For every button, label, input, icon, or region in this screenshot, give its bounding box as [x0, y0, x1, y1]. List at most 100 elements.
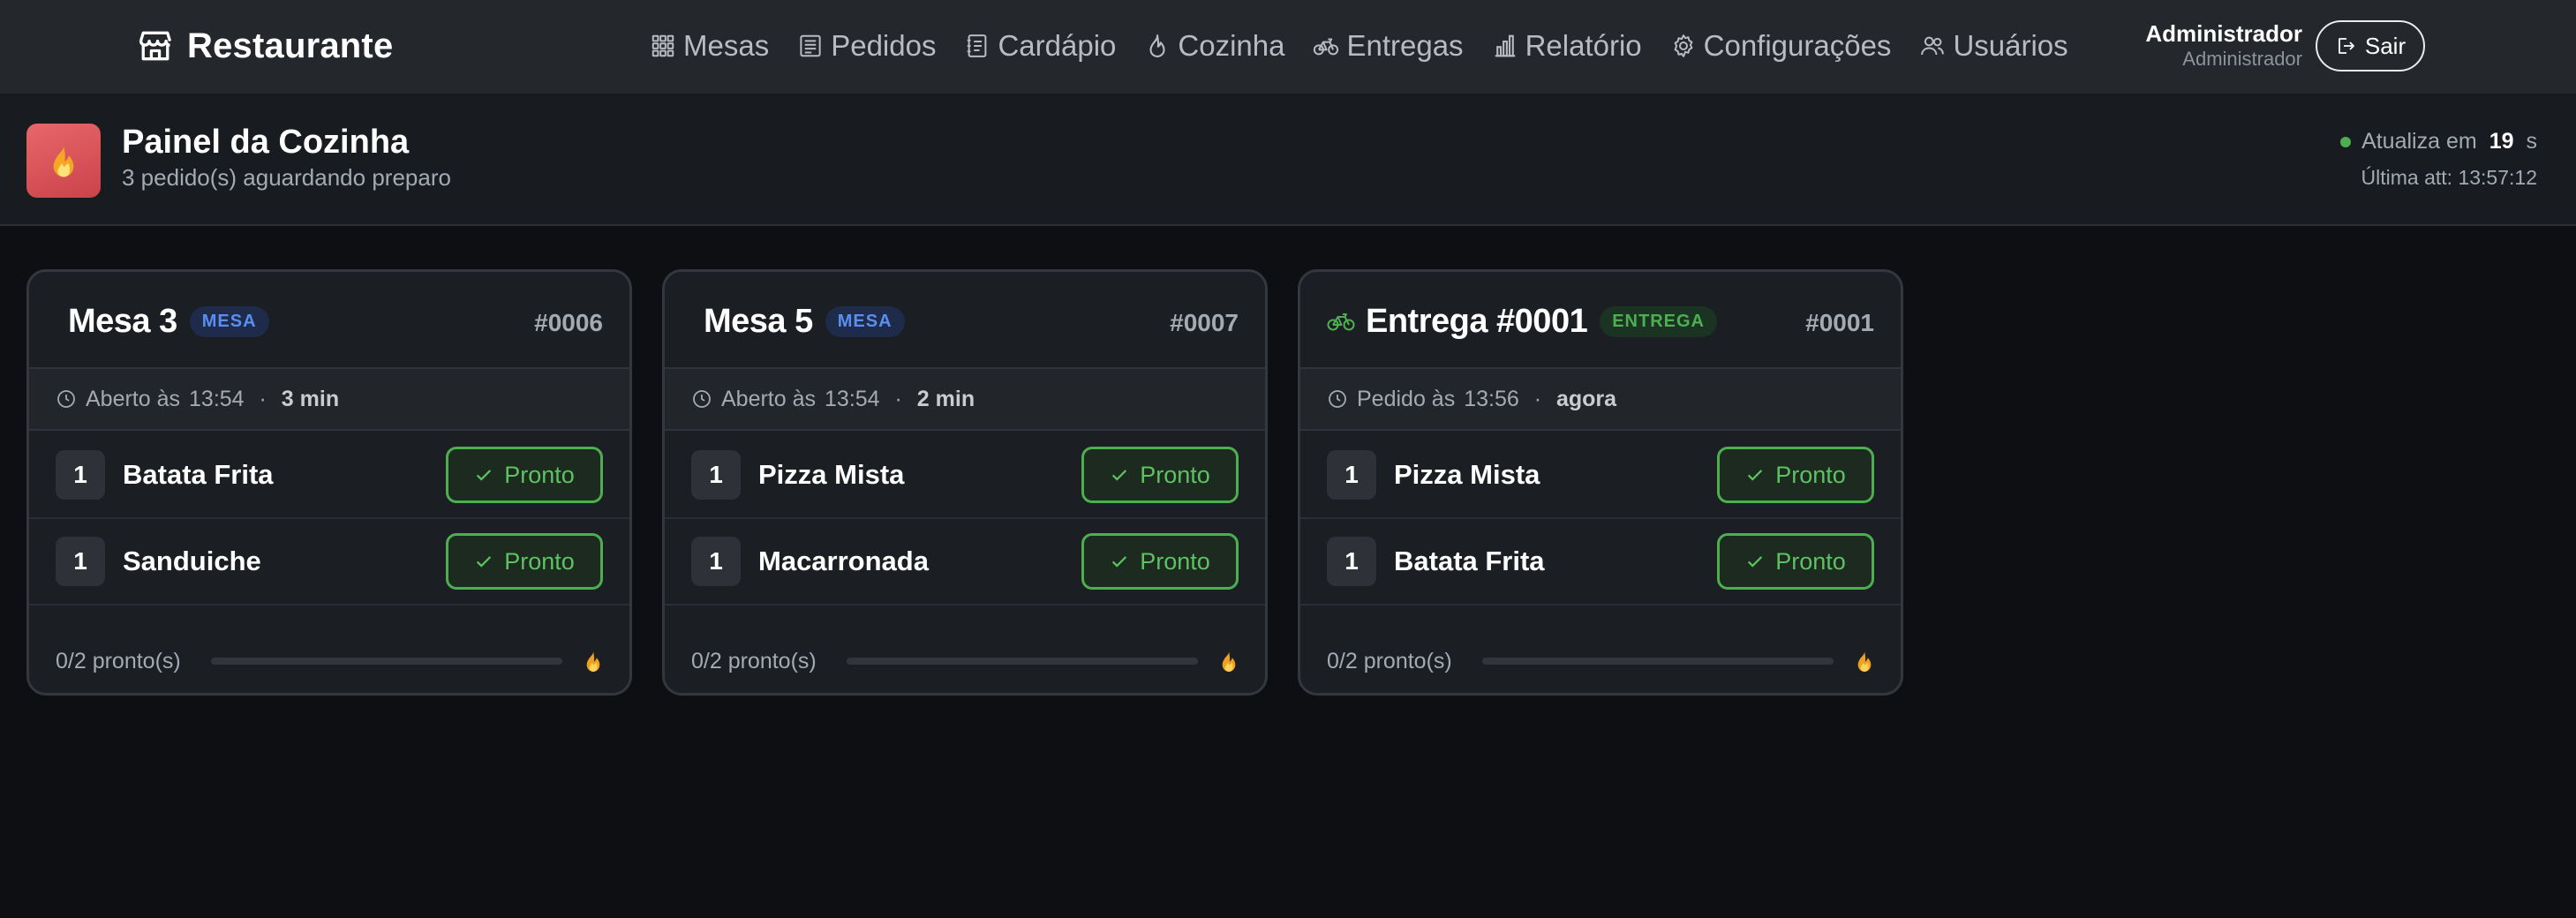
separator-dot: ·	[888, 386, 908, 411]
ready-label: Pronto	[1775, 461, 1846, 488]
order-time: Pedido às 13:56 · agora	[1300, 369, 1901, 431]
user-info: Administrador Administrador	[2145, 19, 2302, 71]
bar-chart-icon	[1492, 33, 1518, 59]
ready-label: Pronto	[1775, 547, 1846, 575]
time-label: Aberto às	[86, 386, 181, 411]
brand-name: Restaurante	[187, 26, 394, 65]
card-title: Entrega #0001	[1366, 302, 1588, 340]
ready-button[interactable]: Pronto	[1081, 533, 1239, 590]
last-update: Última att: 13:57:12	[2361, 166, 2537, 189]
nav-label: Mesas	[683, 29, 770, 62]
check-icon	[1745, 465, 1765, 485]
page-subtitle: 3 pedido(s) aguardando preparo	[122, 164, 451, 191]
check-icon	[474, 465, 493, 485]
ready-button[interactable]: Pronto	[1717, 533, 1874, 590]
card-header: Mesa 3 MESA #0006	[29, 272, 629, 369]
nav-item-relatorio[interactable]: Relatório	[1492, 29, 1642, 63]
refresh-suffix: s	[2526, 129, 2538, 154]
logout-icon	[2335, 35, 2356, 56]
time-value: 13:56	[1464, 386, 1519, 411]
logout-button[interactable]: Sair	[2316, 20, 2425, 71]
order-time: Aberto às 13:54 · 2 min	[665, 369, 1265, 431]
order-type-badge: ENTREGA	[1600, 305, 1718, 337]
nav-item-configuracoes[interactable]: Configurações	[1670, 29, 1892, 63]
clock-icon	[691, 388, 712, 410]
ready-button[interactable]: Pronto	[446, 533, 603, 590]
order-card: Mesa 3 MESA #0006 Aberto às 13:54 · 3 mi…	[26, 269, 632, 696]
item-quantity: 1	[691, 537, 741, 586]
nav-item-pedidos[interactable]: Pedidos	[797, 29, 936, 63]
ready-label: Pronto	[504, 547, 575, 575]
order-number: #0006	[534, 309, 603, 336]
card-header: Mesa 5 MESA #0007	[665, 272, 1265, 369]
progress-bar	[1482, 658, 1834, 665]
order-item: 1 Batata Frita Pronto	[1300, 519, 1901, 606]
item-quantity: 1	[1327, 450, 1376, 500]
kitchen-header: Painel da Cozinha 3 pedido(s) aguardando…	[0, 94, 2576, 226]
order-item: 1 Macarronada Pronto	[665, 519, 1265, 606]
order-item: 1 Pizza Mista Pronto	[1300, 433, 1901, 519]
nav-item-entregas[interactable]: Entregas	[1313, 29, 1464, 63]
check-icon	[1745, 552, 1765, 571]
item-quantity: 1	[691, 450, 741, 500]
card-title: Mesa 5	[704, 302, 813, 340]
page-title: Painel da Cozinha	[122, 124, 410, 161]
logout-label: Sair	[2364, 32, 2407, 59]
card-footer: 0/2 pronto(s)	[1300, 629, 1901, 693]
card-footer: 0/2 pronto(s)	[665, 629, 1265, 693]
clock-icon	[56, 388, 77, 410]
users-icon	[1919, 33, 1946, 59]
order-item: 1 Batata Frita Pronto	[29, 433, 629, 519]
nav-label: Pedidos	[831, 29, 937, 62]
flame-icon	[1144, 33, 1171, 59]
nav-label: Configurações	[1703, 29, 1892, 62]
separator-dot: ·	[1527, 386, 1548, 411]
item-name: Batata Frita	[123, 459, 274, 490]
flame-icon	[1855, 650, 1874, 673]
gear-icon	[1670, 33, 1697, 59]
ready-label: Pronto	[504, 461, 575, 488]
check-icon	[474, 552, 493, 571]
nav-item-mesas[interactable]: Mesas	[650, 29, 769, 63]
ready-button[interactable]: Pronto	[1717, 447, 1874, 503]
nav-label: Entregas	[1346, 29, 1464, 62]
check-icon	[1110, 552, 1129, 571]
menu-book-icon	[964, 33, 990, 59]
ready-button[interactable]: Pronto	[446, 447, 603, 503]
nav-label: Cozinha	[1178, 29, 1285, 62]
card-footer: 0/2 pronto(s)	[29, 629, 629, 693]
nav-label: Cardápio	[998, 29, 1117, 62]
order-cards: Mesa 3 MESA #0006 Aberto às 13:54 · 3 mi…	[26, 269, 1903, 696]
card-title-group: Entrega #0001 ENTREGA	[1327, 300, 1718, 342]
item-name: Sanduiche	[123, 546, 261, 576]
clock-icon	[1327, 388, 1348, 410]
ready-button[interactable]: Pronto	[1081, 447, 1239, 503]
item-name: Pizza Mista	[758, 459, 905, 490]
brand[interactable]: Restaurante	[136, 23, 393, 69]
progress-label: 0/2 pronto(s)	[1327, 648, 1452, 673]
top-navbar: Restaurante Mesas Pedidos Cardápio Cozin…	[0, 0, 2576, 94]
main-nav: Mesas Pedidos Cardápio Cozinha Entregas …	[650, 23, 2068, 69]
nav-item-cozinha[interactable]: Cozinha	[1144, 29, 1284, 63]
progress-bar	[847, 658, 1198, 665]
item-quantity: 1	[56, 537, 105, 586]
nav-item-cardapio[interactable]: Cardápio	[964, 29, 1116, 63]
order-item: 1 Sanduiche Pronto	[29, 519, 629, 606]
bicycle-icon	[1313, 33, 1339, 59]
separator-dot: ·	[252, 386, 273, 411]
progress-bar	[211, 658, 562, 665]
item-quantity: 1	[1327, 537, 1376, 586]
ready-label: Pronto	[1140, 461, 1210, 488]
user-role: Administrador	[2182, 48, 2302, 70]
check-icon	[1110, 465, 1129, 485]
nav-item-usuarios[interactable]: Usuários	[1919, 29, 2068, 63]
order-number: #0007	[1170, 309, 1239, 336]
time-label: Aberto às	[721, 386, 817, 411]
grid-icon	[650, 33, 676, 59]
item-name: Pizza Mista	[1394, 459, 1540, 490]
time-label: Pedido às	[1357, 386, 1456, 411]
ready-label: Pronto	[1140, 547, 1210, 575]
flame-icon	[1219, 650, 1239, 673]
nav-label: Relatório	[1525, 29, 1642, 62]
receipt-icon	[797, 33, 824, 59]
